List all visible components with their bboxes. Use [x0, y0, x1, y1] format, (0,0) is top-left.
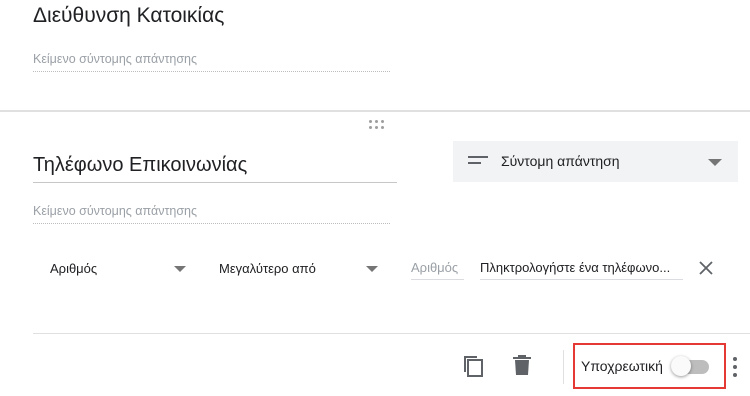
more-options-icon[interactable] — [733, 357, 737, 377]
question-title-input[interactable]: Τηλέφωνο Επικοινωνίας — [33, 154, 397, 183]
close-icon[interactable] — [697, 259, 715, 277]
footer-separator — [563, 350, 564, 384]
chevron-down-icon — [366, 266, 378, 272]
answer-placeholder-field: Κείμενο σύντομης απάντησης — [33, 204, 390, 224]
question-type-label: Σύντομη απάντηση — [501, 153, 620, 169]
drag-handle-icon[interactable] — [369, 120, 385, 130]
required-toggle-knob[interactable] — [671, 356, 691, 376]
short-text-icon — [468, 156, 488, 166]
duplicate-icon[interactable] — [462, 353, 484, 377]
required-toggle-container: Υποχρεωτική — [573, 343, 726, 389]
chevron-down-icon — [174, 266, 186, 272]
previous-question-answer-field: Κείμενο σύντομης απάντησης — [33, 52, 390, 72]
footer-divider — [33, 333, 750, 334]
validation-category-select[interactable]: Αριθμός — [50, 261, 97, 276]
question-type-select[interactable]: Σύντομη απάντηση — [453, 141, 738, 182]
previous-question-title[interactable]: Διεύθυνση Κατοικίας — [33, 4, 224, 28]
validation-number-input[interactable]: Αριθμός — [411, 260, 464, 280]
card-divider — [0, 110, 750, 112]
required-label: Υποχρεωτική — [581, 358, 663, 374]
trash-icon[interactable] — [512, 354, 532, 376]
validation-condition-select[interactable]: Μεγαλύτερο από — [219, 261, 316, 276]
chevron-down-icon — [708, 159, 722, 166]
validation-error-text-input[interactable]: Πληκτρολογήστε ένα τηλέφωνο... — [480, 260, 683, 280]
